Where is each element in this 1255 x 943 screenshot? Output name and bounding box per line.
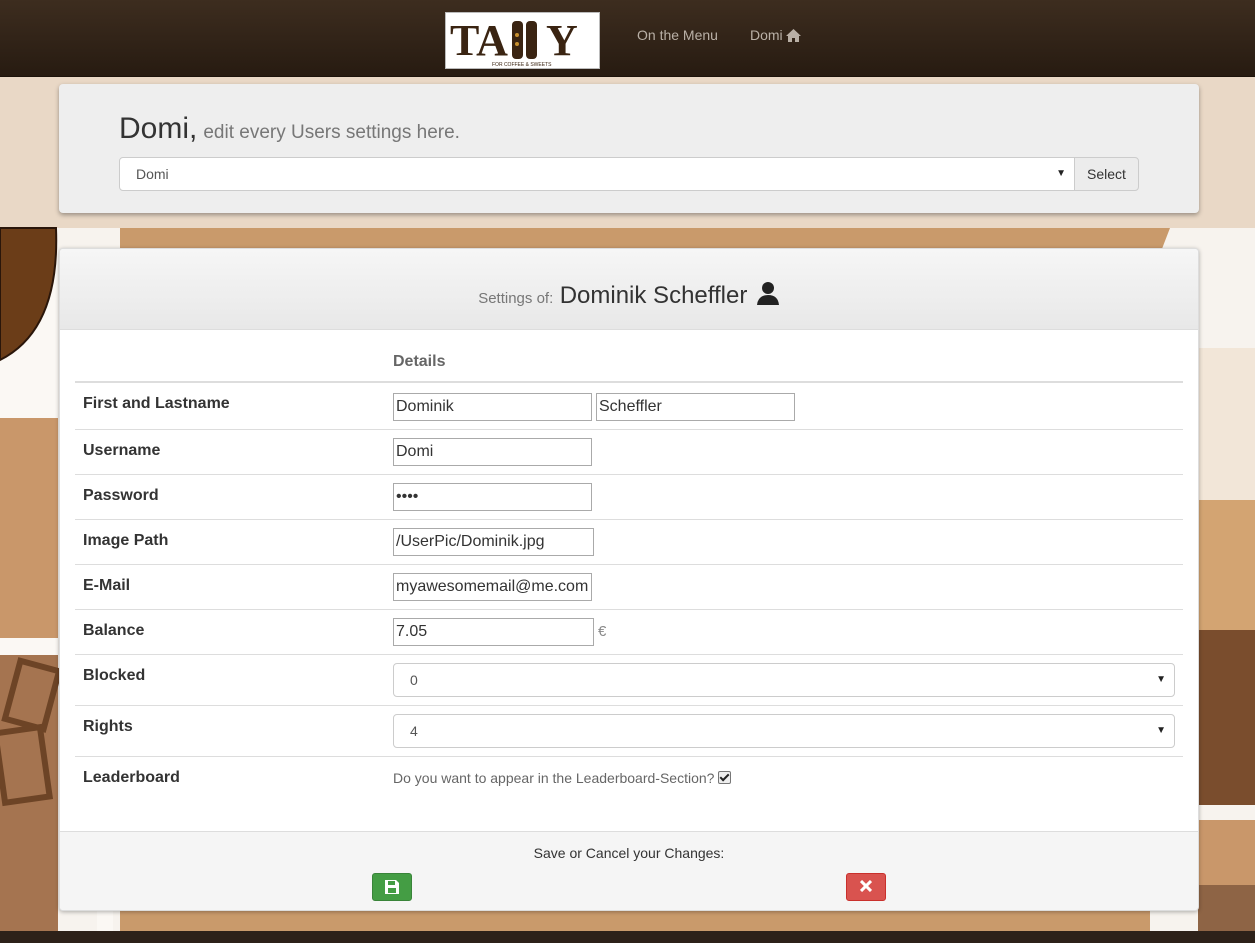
label-username: Username	[83, 442, 161, 459]
row-name: First and Lastname	[75, 383, 1183, 430]
select-button[interactable]: Select	[1074, 157, 1139, 191]
leaderboard-question: Do you want to appear in the Leaderboard…	[393, 770, 732, 786]
user-full-name: Dominik Scheffler	[559, 282, 748, 309]
person-icon	[756, 281, 780, 310]
tally-logo[interactable]: TA Y FOR COFFEE & SWEETS	[445, 12, 600, 69]
home-icon	[785, 28, 801, 46]
save-button[interactable]	[372, 873, 412, 901]
settings-prefix: Settings of:	[478, 290, 554, 307]
row-username: Username	[75, 430, 1183, 475]
last-name-input[interactable]	[596, 393, 795, 421]
blocked-select-value: 0	[410, 672, 418, 688]
page-subtitle: edit every Users settings here.	[203, 122, 460, 143]
chevron-down-icon: ▼	[1156, 725, 1166, 736]
cancel-button[interactable]	[846, 873, 886, 901]
svg-text:Y: Y	[546, 16, 578, 65]
chevron-down-icon: ▼	[1056, 168, 1066, 179]
balance-input[interactable]	[393, 618, 594, 646]
label-blocked: Blocked	[83, 667, 146, 684]
footer-instruction: Save or Cancel your Changes:	[533, 845, 725, 861]
page-bottom-bar	[0, 931, 1255, 943]
close-icon	[860, 880, 872, 892]
row-image-path: Image Path	[75, 520, 1183, 565]
details-column-header: Details	[393, 353, 446, 370]
user-select-well: Domi, edit every Users settings here. Dom…	[59, 84, 1199, 213]
nav-link-on-the-menu[interactable]: On the Menu	[637, 26, 718, 44]
user-dropdown[interactable]: Domi ▼	[119, 157, 1075, 191]
leaderboard-question-text: Do you want to appear in the Leaderboard…	[393, 770, 715, 786]
row-rights: Rights 4 ▼	[75, 706, 1183, 757]
username-input[interactable]	[393, 438, 592, 466]
image-path-input[interactable]	[393, 528, 594, 556]
settings-panel: Settings of: Dominik Scheffler Details F…	[59, 248, 1199, 911]
label-balance: Balance	[83, 622, 145, 639]
label-password: Password	[83, 487, 159, 504]
currency-symbol: €	[598, 623, 607, 640]
label-leaderboard: Leaderboard	[83, 769, 180, 786]
label-email: E-Mail	[83, 577, 131, 594]
floppy-disk-icon	[385, 880, 399, 894]
password-input[interactable]	[393, 483, 592, 511]
admin-name: Domi,	[119, 112, 198, 145]
user-dropdown-value: Domi	[136, 166, 169, 182]
svg-text:TA: TA	[450, 16, 508, 65]
nav-user-label: Domi	[750, 27, 783, 43]
row-leaderboard: Leaderboard Do you want to appear in the…	[75, 757, 1183, 807]
leaderboard-checkbox[interactable]	[718, 771, 732, 784]
email-input[interactable]	[393, 573, 592, 601]
row-balance: Balance €	[75, 610, 1183, 655]
navbar: TA Y FOR COFFEE & SWEETS On the Menu Dom…	[0, 0, 1255, 77]
rights-select[interactable]: 4 ▼	[393, 714, 1175, 748]
rights-select-value: 4	[410, 723, 418, 739]
row-password: Password	[75, 475, 1183, 520]
settings-footer: Save or Cancel your Changes:	[60, 831, 1198, 910]
svg-text:FOR COFFEE & SWEETS: FOR COFFEE & SWEETS	[492, 62, 552, 68]
label-rights: Rights	[83, 718, 133, 735]
label-image-path: Image Path	[83, 532, 169, 549]
first-name-input[interactable]	[393, 393, 592, 421]
row-blocked: Blocked 0 ▼	[75, 655, 1183, 706]
blocked-select[interactable]: 0 ▼	[393, 663, 1175, 697]
settings-heading: Settings of: Dominik Scheffler	[60, 249, 1198, 330]
row-email: E-Mail	[75, 565, 1183, 610]
label-first-last-name: First and Lastname	[83, 395, 230, 412]
page-title: Domi, edit every Users settings here.	[119, 112, 460, 146]
chevron-down-icon: ▼	[1156, 674, 1166, 685]
nav-link-user-home[interactable]: Domi	[750, 26, 801, 46]
